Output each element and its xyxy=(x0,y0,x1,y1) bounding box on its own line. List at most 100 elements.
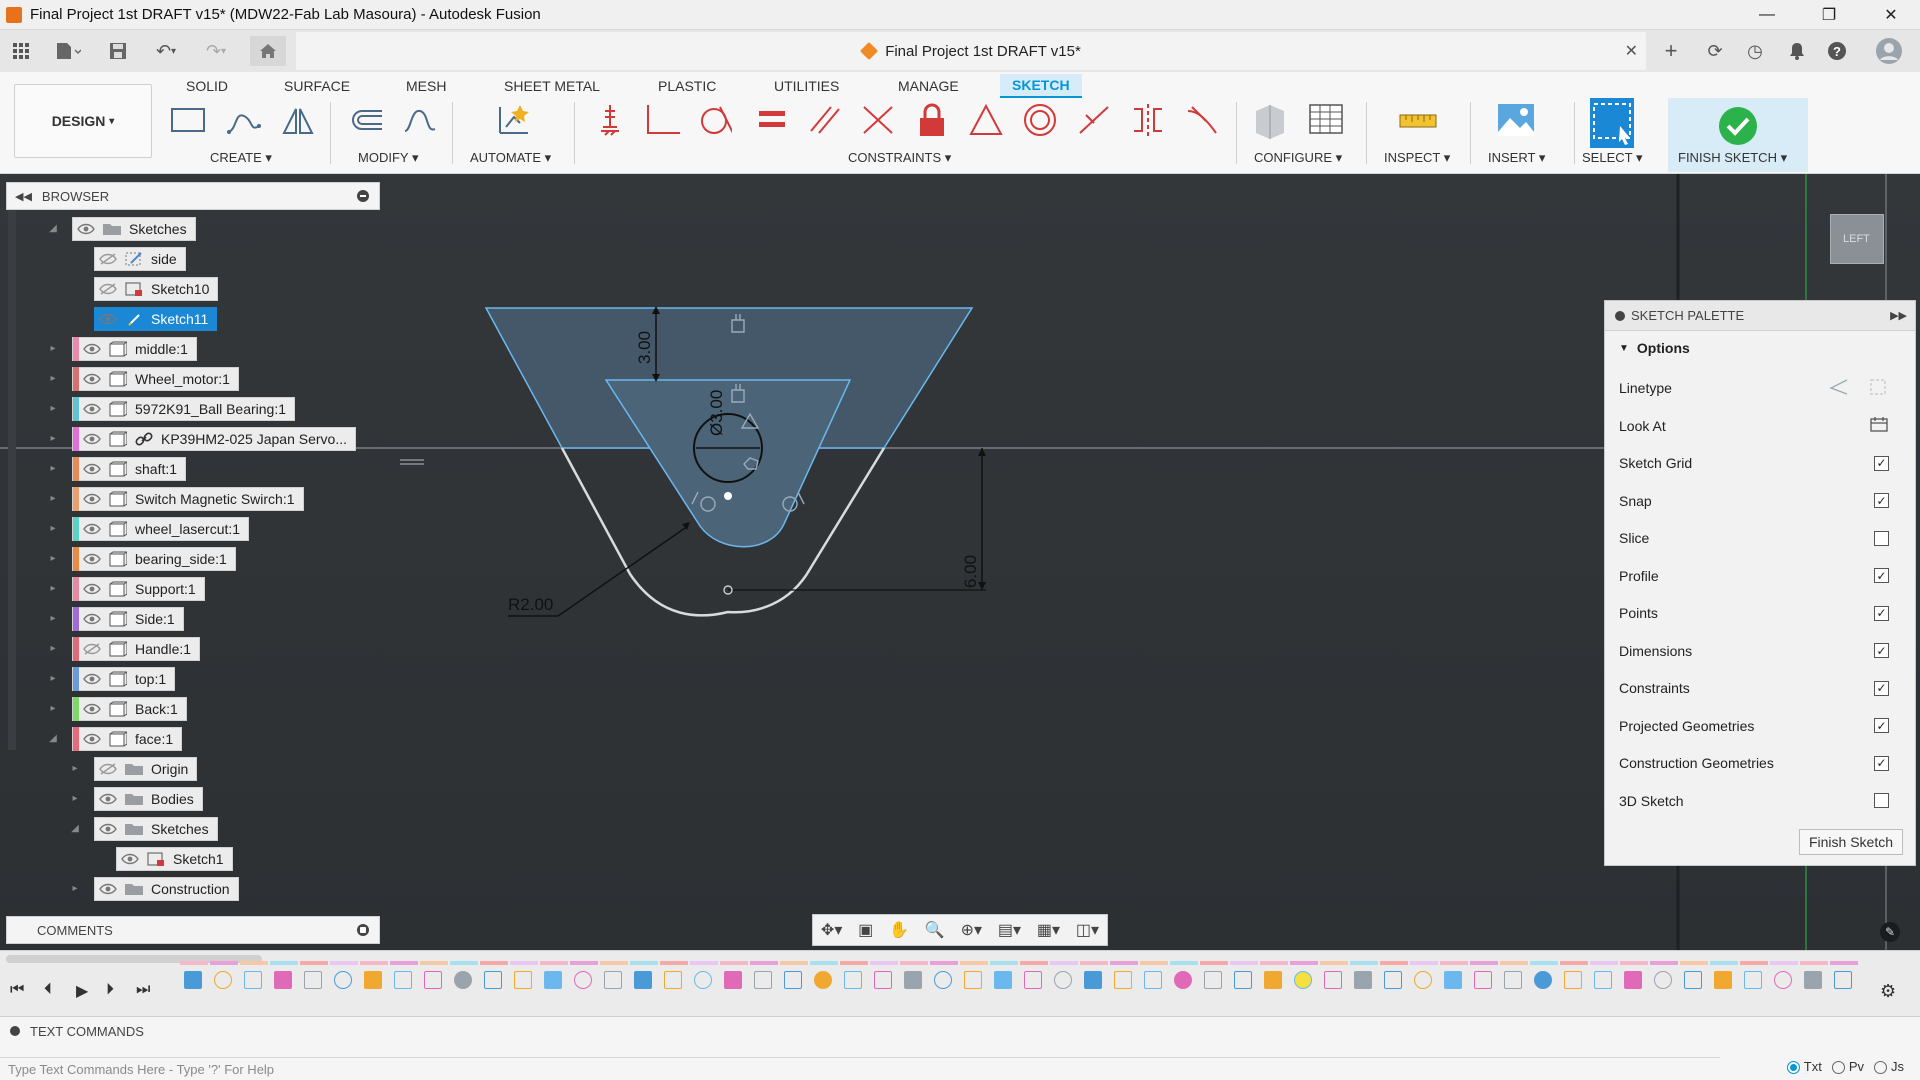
text-commands-pin-icon[interactable] xyxy=(10,1026,20,1036)
job-status-icon[interactable]: ◷ xyxy=(1740,36,1770,66)
browser-node[interactable]: Sketches xyxy=(94,817,218,841)
expand-node-icon[interactable]: ▸ xyxy=(48,673,58,684)
fix-constraint-icon[interactable] xyxy=(592,102,628,138)
collapse-node-icon[interactable]: ◢ xyxy=(48,223,58,234)
tab-sheet-metal[interactable]: SHEET METAL xyxy=(498,74,606,98)
expand-node-icon[interactable]: ▸ xyxy=(48,703,58,714)
expand-node-icon[interactable]: ▸ xyxy=(48,583,58,594)
expand-node-icon[interactable]: ▸ xyxy=(48,343,58,354)
configure-table-icon[interactable] xyxy=(1252,102,1292,139)
measure-icon[interactable] xyxy=(1398,102,1438,138)
checkbox-checked[interactable]: ✓ xyxy=(1874,680,1889,696)
redo-icon[interactable]: ↷ ▾ xyxy=(196,36,236,66)
visibility-eye-icon[interactable] xyxy=(95,793,121,805)
timeline-settings-gear-icon[interactable]: ⚙ xyxy=(1880,981,1896,1002)
collapse-node-icon[interactable]: ◢ xyxy=(70,823,80,834)
visibility-eye-icon[interactable] xyxy=(79,493,105,505)
tab-utilities[interactable]: UTILITIES xyxy=(768,74,845,98)
grid-settings-icon[interactable]: ▦▾ xyxy=(1037,920,1060,940)
expand-node-icon[interactable]: ▸ xyxy=(48,613,58,624)
add-comment-icon[interactable] xyxy=(357,924,369,936)
home-icon[interactable] xyxy=(250,36,286,66)
collapse-browser-icon[interactable]: ◀◀ xyxy=(15,190,32,203)
timeline-feature-icon[interactable] xyxy=(1774,971,1792,989)
timeline-feature-icon[interactable] xyxy=(1654,971,1672,989)
timeline-feature-icon[interactable] xyxy=(664,971,682,989)
timeline-feature-icon[interactable] xyxy=(964,971,982,989)
look-at-icon[interactable] xyxy=(1869,415,1889,436)
automate-menu[interactable]: AUTOMATE ▾ xyxy=(470,150,551,166)
mode-pv[interactable]: Pv xyxy=(1831,1059,1864,1075)
timeline-feature-icon[interactable] xyxy=(1564,971,1582,989)
go-to-start-icon[interactable]: ⏮ xyxy=(10,981,24,999)
midpoint-constraint-icon[interactable] xyxy=(1076,102,1112,138)
mode-txt[interactable]: Txt xyxy=(1786,1059,1822,1075)
timeline-feature-icon[interactable] xyxy=(874,971,892,989)
timeline-feature-icon[interactable] xyxy=(1264,971,1282,989)
constraints-menu[interactable]: CONSTRAINTS ▾ xyxy=(848,150,951,166)
timeline-feature-icon[interactable] xyxy=(1474,971,1492,989)
timeline-feature-icon[interactable] xyxy=(1204,971,1222,989)
timeline-feature-icon[interactable] xyxy=(604,971,622,989)
checkbox-checked[interactable]: ✓ xyxy=(1874,718,1889,733)
zoom-icon[interactable]: 🔍 xyxy=(925,920,945,940)
expand-node-icon[interactable]: ▸ xyxy=(48,553,58,564)
new-tab-icon[interactable]: + xyxy=(1656,36,1686,66)
spline-tool-icon[interactable] xyxy=(226,102,262,138)
browser-node[interactable]: Switch Magnetic Swirch:1 xyxy=(72,487,304,511)
linetype-construction-icon[interactable] xyxy=(1829,378,1849,399)
expand-node-icon[interactable]: ▸ xyxy=(48,463,58,474)
visibility-eye-icon[interactable] xyxy=(79,553,105,565)
timeline-feature-icon[interactable] xyxy=(1234,971,1252,989)
timeline-feature-icon[interactable] xyxy=(304,971,322,989)
dimension-diameter-3-00[interactable]: Ø3.00 xyxy=(707,390,726,436)
timeline-feature-icon[interactable] xyxy=(1384,971,1402,989)
save-icon[interactable] xyxy=(104,36,132,66)
modify-menu[interactable]: MODIFY ▾ xyxy=(358,150,418,166)
mode-js[interactable]: Js xyxy=(1874,1059,1904,1075)
timeline-feature-icon[interactable] xyxy=(1084,971,1102,989)
parameters-table-icon[interactable] xyxy=(1308,102,1348,138)
go-to-end-icon[interactable]: ⏭ xyxy=(136,981,150,999)
timeline-feature-icon[interactable] xyxy=(1294,971,1312,989)
browser-node[interactable]: Construction xyxy=(94,877,239,901)
expand-node-icon[interactable]: ▸ xyxy=(70,763,80,774)
browser-node[interactable]: 5972K91_Ball Bearing:1 xyxy=(72,397,296,421)
checkbox-checked[interactable]: ✓ xyxy=(1874,455,1889,471)
text-command-input[interactable]: Type Text Commands Here - Type '?' For H… xyxy=(0,1057,1720,1080)
timeline-feature-icon[interactable] xyxy=(844,971,862,989)
timeline-feature-icon[interactable] xyxy=(754,971,772,989)
automate-dimension-icon[interactable] xyxy=(494,102,530,138)
file-menu-icon[interactable] xyxy=(48,36,88,66)
timeline-feature-icon[interactable] xyxy=(454,971,472,989)
maximize-button[interactable]: ❐ xyxy=(1800,0,1858,30)
browser-node[interactable]: Bodies xyxy=(94,787,203,811)
concentric-constraint-icon[interactable] xyxy=(1022,102,1058,138)
triangle-constraint-icon[interactable] xyxy=(968,102,1004,138)
browser-node[interactable]: Support:1 xyxy=(72,577,205,601)
close-window-button[interactable]: ✕ xyxy=(1862,0,1920,30)
timeline-feature-icon[interactable] xyxy=(1594,971,1612,989)
timeline-feature-icon[interactable] xyxy=(214,971,232,989)
undo-icon[interactable]: ↶ ▾ xyxy=(146,36,186,66)
visibility-eye-icon[interactable] xyxy=(79,433,105,445)
select-icon[interactable] xyxy=(1590,98,1634,148)
browser-node[interactable]: face:1 xyxy=(72,727,183,751)
expand-node-icon[interactable]: ▸ xyxy=(48,373,58,384)
visibility-eye-icon[interactable] xyxy=(95,823,121,835)
timeline-feature-icon[interactable] xyxy=(244,971,262,989)
timeline-feature-icon[interactable] xyxy=(1444,971,1462,989)
create-menu[interactable]: CREATE ▾ xyxy=(210,150,272,166)
checkbox-checked[interactable]: ✓ xyxy=(1874,493,1889,508)
browser-node[interactable]: Sketch11 xyxy=(94,307,218,331)
palette-finish-sketch-button[interactable]: Finish Sketch xyxy=(1799,829,1903,855)
configure-menu[interactable]: CONFIGURE ▾ xyxy=(1254,150,1342,166)
expand-node-icon[interactable]: ▸ xyxy=(48,493,58,504)
timeline-feature-icon[interactable] xyxy=(1354,971,1372,989)
timeline-feature-icon[interactable] xyxy=(634,971,652,989)
timeline-feature-icon[interactable] xyxy=(904,971,922,989)
visibility-hidden-icon[interactable] xyxy=(79,643,105,655)
text-commands-header[interactable]: TEXT COMMANDS xyxy=(0,1017,1920,1045)
browser-node[interactable]: top:1 xyxy=(72,667,176,691)
visibility-eye-icon[interactable] xyxy=(79,343,105,355)
